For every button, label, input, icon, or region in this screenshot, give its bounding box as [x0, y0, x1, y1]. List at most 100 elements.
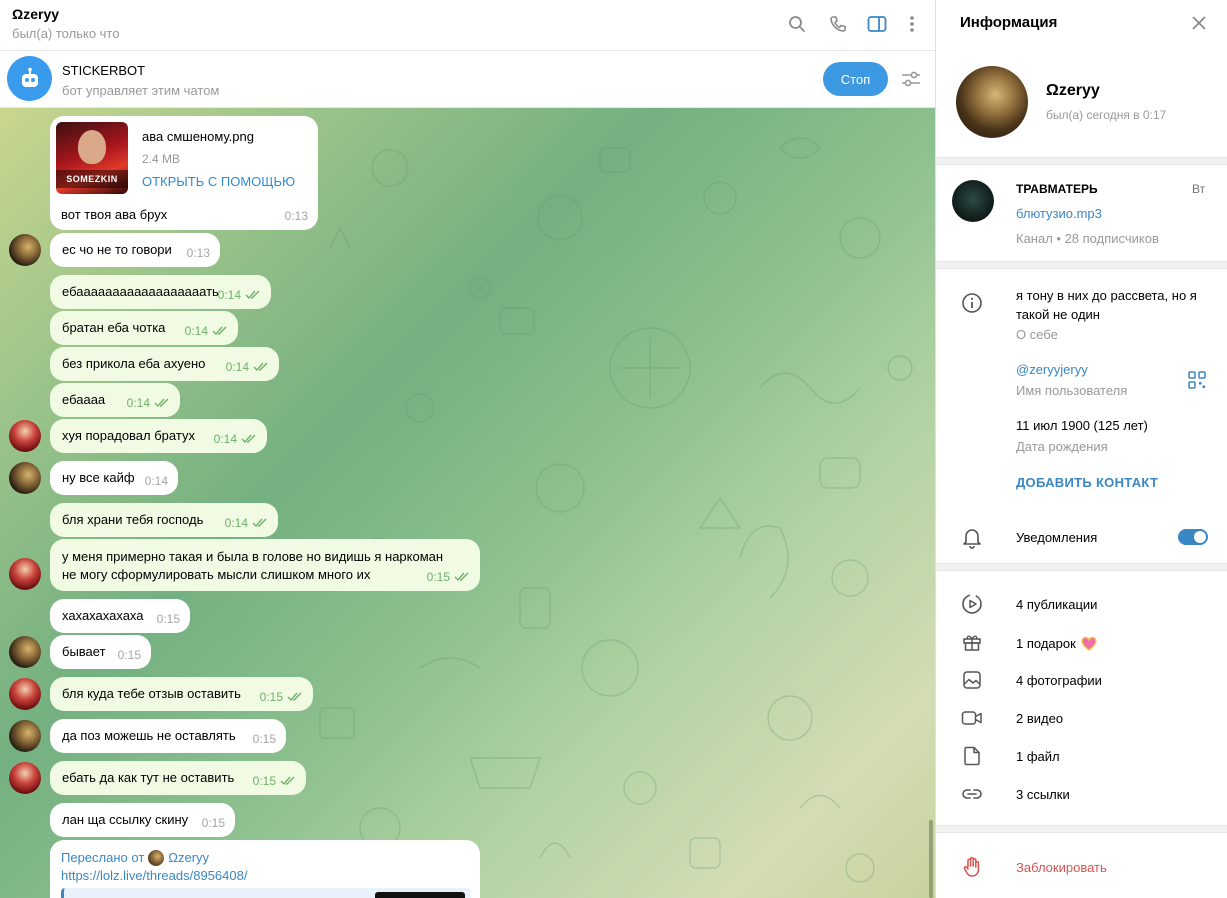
message-bubble[interactable]: без прикола еба ахуено 0:14 — [50, 347, 279, 381]
message-bubble[interactable]: ебаааааааааааааааааать 0:14 — [50, 275, 271, 309]
link-preview-image — [375, 892, 465, 898]
sender-avatar[interactable] — [9, 762, 41, 794]
sender-avatar[interactable] — [9, 234, 41, 266]
message-bubble[interactable]: ебать да как тут не оставить 0:15 — [50, 761, 306, 795]
stat-photos[interactable]: 4 фотографии — [1016, 673, 1102, 688]
message-bubble[interactable]: у меня примерно такая и была в голове но… — [50, 539, 480, 591]
sender-avatar[interactable] — [9, 462, 41, 494]
block-user-button[interactable]: Заблокировать — [1016, 860, 1107, 875]
stat-gifts-label: 1 подарок — [1016, 635, 1076, 651]
stat-files-label: 1 файл — [1016, 749, 1060, 764]
message-bubble[interactable]: ну все кайф 0:14 — [50, 461, 178, 495]
channel-last-post[interactable]: блютузио.mp3 — [1016, 206, 1102, 221]
double-check-icon — [212, 326, 227, 336]
forwarded-prefix: Переслано от — [61, 850, 145, 865]
forwarded-from[interactable]: Ωzeryy — [168, 849, 209, 867]
file-thumbnail[interactable]: SOMEZKIN — [56, 122, 128, 194]
chat-scrollbar[interactable] — [929, 820, 933, 898]
sender-avatar[interactable] — [9, 636, 41, 668]
message-bubble[interactable]: братан еба чотка 0:14 — [50, 311, 238, 345]
stat-files[interactable]: 1 файл — [1016, 749, 1060, 764]
file-size: 2.4 MB — [142, 152, 181, 166]
info-title: Информация — [960, 14, 1058, 31]
file-icon — [960, 744, 984, 768]
close-icon[interactable] — [1190, 14, 1208, 32]
add-contact-button[interactable]: ДОБАВИТЬ КОНТАКТ — [1016, 475, 1158, 490]
message-meta: 0:14 — [127, 394, 170, 412]
channel-name[interactable]: ТРАВМАТЕРЬ — [1016, 182, 1098, 196]
message-bubble[interactable]: бывает 0:15 — [50, 635, 151, 669]
section-divider — [936, 261, 1227, 269]
bot-name: STICKERBOT — [62, 63, 146, 78]
message-bubble[interactable]: хахахахахаха 0:15 — [50, 599, 190, 633]
message-time: 0:14 — [184, 324, 208, 338]
bio-text: я тону в них до рассвета, но я такой не … — [1016, 288, 1197, 322]
stat-links[interactable]: 3 ссылки — [1016, 787, 1070, 802]
message-meta: 0:14 — [145, 472, 168, 490]
profile-avatar[interactable] — [956, 66, 1028, 138]
message-bubble[interactable]: хуя порадовал братух 0:14 — [50, 419, 267, 453]
message-time: 0:14 — [224, 516, 248, 530]
section-divider — [936, 157, 1227, 165]
sender-avatar[interactable] — [9, 558, 41, 590]
sender-avatar[interactable] — [9, 720, 41, 752]
chat-header[interactable]: Ωzeryy был(а) только что — [0, 0, 935, 51]
username-label: Имя пользователя — [1016, 383, 1128, 398]
message-text-line2: не могу сформулировать мысли слишком мно… — [62, 567, 371, 582]
phone-icon[interactable] — [827, 13, 849, 35]
message-bubble[interactable]: ебаааа 0:14 — [50, 383, 180, 417]
channel-avatar[interactable] — [952, 180, 994, 222]
link-preview[interactable] — [61, 888, 471, 898]
message-bubble[interactable]: лан ща ссылку скину 0:15 — [50, 803, 235, 837]
message-time: 0:15 — [201, 816, 225, 830]
message-time: 0:14 — [217, 288, 241, 302]
search-icon[interactable] — [786, 13, 808, 35]
profile-name: Ωzeryy — [1046, 82, 1100, 99]
stat-gifts[interactable]: 1 подарок — [1016, 635, 1098, 651]
message-meta: 0:13 — [187, 244, 210, 262]
stat-videos[interactable]: 2 видео — [1016, 711, 1063, 726]
double-check-icon — [154, 398, 169, 408]
message-meta: 0:14 — [218, 286, 261, 304]
chat-title[interactable]: Ωzeryy — [12, 6, 59, 22]
bot-control-bar: STICKERBOT бот управляет этим чатом Стоп — [0, 51, 935, 108]
channel-last-post-day: Вт — [1192, 182, 1206, 196]
bot-avatar — [7, 56, 52, 101]
double-check-icon — [280, 776, 295, 786]
sender-avatar[interactable] — [9, 420, 41, 452]
block-hand-icon — [960, 855, 984, 879]
message-text: вот твоя ава брух — [61, 207, 168, 222]
message-meta: 0:14 — [226, 358, 269, 376]
open-with-link[interactable]: ОТКРЫТЬ С ПОМОЩЬЮ — [142, 173, 295, 191]
posts-icon — [960, 592, 984, 616]
forwarded-message[interactable]: Переслано от Ωzeryy https://lolz.live/th… — [50, 840, 480, 898]
double-check-icon — [245, 290, 260, 300]
message-meta: 0:15 — [202, 814, 225, 832]
stop-bot-button[interactable]: Стоп — [823, 62, 888, 96]
message-bubble[interactable]: бля куда тебе отзыв оставить 0:15 — [50, 677, 313, 711]
stat-posts-label: 4 публикации — [1016, 597, 1098, 612]
stat-videos-label: 2 видео — [1016, 711, 1064, 726]
video-icon — [960, 706, 984, 730]
double-check-icon — [454, 572, 469, 582]
qr-code-icon[interactable] — [1188, 371, 1206, 389]
sender-avatar[interactable] — [9, 678, 41, 710]
more-vertical-icon[interactable] — [901, 13, 923, 35]
message-meta: 0:14 — [225, 514, 268, 532]
username-value[interactable]: @zeryyjeryy — [1016, 362, 1088, 377]
chat-wallpaper: SOMEZKIN ава смшеному.png 2.4 MB ОТКРЫТЬ… — [0, 108, 935, 898]
message-bubble[interactable]: да поз можешь не оставлять 0:15 — [50, 719, 286, 753]
message-meta: 0:15 — [427, 568, 470, 586]
file-message[interactable]: SOMEZKIN ава смшеному.png 2.4 MB ОТКРЫТЬ… — [50, 116, 318, 230]
bot-settings-icon[interactable] — [900, 68, 922, 90]
info-panel: Информация Ωzeryy был(а) сегодня в 0:17 … — [935, 0, 1227, 898]
message-time: 0:15 — [117, 648, 141, 662]
message-bubble[interactable]: бля храни тебя господь 0:14 — [50, 503, 278, 537]
message-bubble[interactable]: ес чо не то говори 0:13 — [50, 233, 220, 267]
forwarded-link[interactable]: https://lolz.live/threads/8956408/ — [61, 867, 247, 885]
sidebar-toggle-icon[interactable] — [866, 13, 888, 35]
section-divider — [936, 563, 1227, 571]
notifications-toggle[interactable] — [1178, 529, 1208, 545]
stat-posts[interactable]: 4 публикации — [1016, 597, 1097, 612]
message-time: 0:14 — [225, 360, 249, 374]
